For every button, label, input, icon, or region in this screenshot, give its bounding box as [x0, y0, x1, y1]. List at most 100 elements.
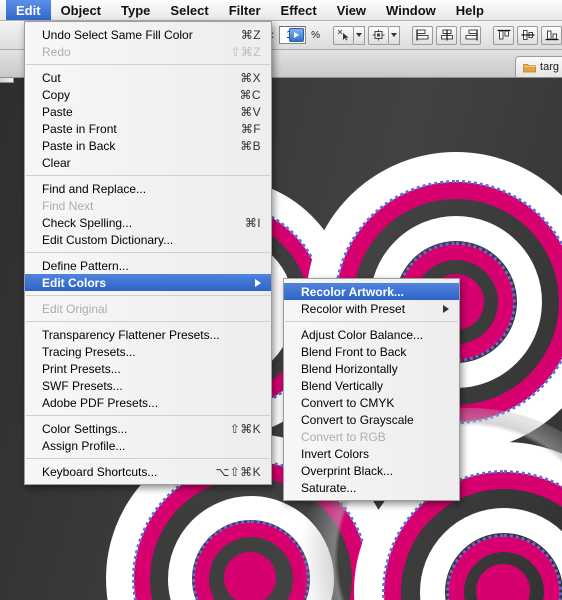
- align-vertical-center-icon[interactable]: [517, 25, 538, 45]
- menu-item-label: Find and Replace...: [42, 181, 147, 196]
- menu-item-print-presets[interactable]: Print Presets...: [25, 360, 271, 377]
- menu-item-blend-horizontally[interactable]: Blend Horizontally: [284, 360, 459, 377]
- menu-item-shortcut: ⌘C: [239, 87, 261, 102]
- document-folder-icon: [523, 62, 536, 73]
- menubar-item-type[interactable]: Type: [111, 0, 160, 20]
- menubar-item-window[interactable]: Window: [376, 0, 446, 20]
- menu-item-paste-in-front[interactable]: Paste in Front ⌘F: [25, 120, 271, 137]
- menu-item-shortcut: ⌘B: [240, 138, 261, 153]
- menu-item-cut[interactable]: Cut ⌘X: [25, 69, 271, 86]
- menu-item-edit-custom-dictionary[interactable]: Edit Custom Dictionary...: [25, 231, 271, 248]
- menu-item-label: Paste: [42, 104, 73, 119]
- edit-colors-submenu-dropdown[interactable]: Recolor Artwork... Recolor with Preset Adj…: [283, 278, 460, 501]
- menubar-item-edit[interactable]: Edit: [6, 0, 51, 20]
- menu-item-define-pattern[interactable]: Define Pattern...: [25, 257, 271, 274]
- illustrator-application-window: ty: 100 %: [0, 0, 562, 600]
- menu-item-shortcut: ⇧⌘K: [229, 421, 261, 436]
- spiral-core-magenta: [224, 552, 276, 600]
- menu-separator: [26, 175, 270, 176]
- menu-item-label: Blend Horizontally: [301, 361, 398, 376]
- menu-item-label: Assign Profile...: [42, 438, 126, 453]
- menu-item-label: Tracing Presets...: [42, 344, 136, 359]
- menu-item-blend-vertically[interactable]: Blend Vertically: [284, 377, 459, 394]
- menu-item-color-settings[interactable]: Color Settings... ⇧⌘K: [25, 420, 271, 437]
- menu-item-label: Undo Select Same Fill Color: [42, 27, 193, 42]
- menu-item-shortcut: ⌥⇧⌘K: [215, 464, 261, 479]
- menu-item-label: Color Settings...: [42, 421, 128, 436]
- menu-item-label: Paste in Back: [42, 138, 116, 153]
- menubar-item-view[interactable]: View: [327, 0, 376, 20]
- align-left-icon[interactable]: [412, 25, 433, 45]
- menu-item-paste-in-back[interactable]: Paste in Back ⌘B: [25, 137, 271, 154]
- menu-item-shortcut: ⌘F: [240, 121, 261, 136]
- menu-item-label: Convert to Grayscale: [301, 412, 414, 427]
- opacity-stepper-button[interactable]: [289, 28, 305, 42]
- select-similar-control[interactable]: [333, 25, 365, 45]
- menu-item-shortcut: ⇧⌘Z: [230, 44, 261, 59]
- submenu-arrow-icon: [255, 278, 261, 287]
- menu-item-undo-select-same-fill-color[interactable]: Undo Select Same Fill Color ⌘Z: [25, 26, 271, 43]
- menu-item-copy[interactable]: Copy ⌘C: [25, 86, 271, 103]
- menu-item-label: SWF Presets...: [42, 378, 123, 393]
- menu-item-saturate[interactable]: Saturate...: [284, 479, 459, 496]
- menubar-item-effect[interactable]: Effect: [271, 0, 327, 20]
- chevron-down-icon: [391, 33, 397, 37]
- menu-item-label: Paste in Front: [42, 121, 117, 136]
- menu-item-convert-to-cmyk[interactable]: Convert to CMYK: [284, 394, 459, 411]
- menu-item-swf-presets[interactable]: SWF Presets...: [25, 377, 271, 394]
- menu-item-label: Edit Custom Dictionary...: [42, 232, 174, 247]
- select-similar-dropdown-button[interactable]: [354, 25, 365, 45]
- menu-item-overprint-black[interactable]: Overprint Black...: [284, 462, 459, 479]
- menu-item-adjust-color-balance[interactable]: Adjust Color Balance...: [284, 326, 459, 343]
- menu-item-convert-to-rgb: Convert to RGB: [284, 428, 459, 445]
- menu-item-edit-colors[interactable]: Edit Colors: [25, 274, 271, 291]
- menu-item-clear[interactable]: Clear: [25, 154, 271, 171]
- align-top-icon[interactable]: [493, 25, 514, 45]
- align-bottom-icon[interactable]: [541, 25, 562, 45]
- menu-separator: [26, 415, 270, 416]
- menu-item-label: Blend Front to Back: [301, 344, 407, 359]
- menu-item-find-and-replace[interactable]: Find and Replace...: [25, 180, 271, 197]
- menu-item-check-spelling[interactable]: Check Spelling... ⌘I: [25, 214, 271, 231]
- align-horizontal-center-icon[interactable]: [436, 25, 457, 45]
- transform-each-icon[interactable]: [368, 25, 389, 45]
- opacity-input[interactable]: 100: [279, 26, 307, 44]
- menubar-item-select[interactable]: Select: [160, 0, 218, 20]
- menu-item-invert-colors[interactable]: Invert Colors: [284, 445, 459, 462]
- menu-item-label: Saturate...: [301, 480, 357, 495]
- align-right-icon[interactable]: [460, 25, 481, 45]
- document-tab[interactable]: targ: [515, 56, 562, 77]
- menu-item-convert-to-grayscale[interactable]: Convert to Grayscale: [284, 411, 459, 428]
- transform-control[interactable]: [368, 25, 400, 45]
- menu-item-label: Invert Colors: [301, 446, 370, 461]
- menubar-item-help[interactable]: Help: [446, 0, 494, 20]
- menu-item-label: Clear: [42, 155, 71, 170]
- menu-item-label: Recolor with Preset: [301, 301, 406, 316]
- menu-item-recolor-with-preset[interactable]: Recolor with Preset: [284, 300, 459, 317]
- application-menu-bar: Edit Object Type Select Filter Effect Vi…: [0, 0, 562, 21]
- menu-item-label: Adjust Color Balance...: [301, 327, 424, 342]
- menu-item-label: Define Pattern...: [42, 258, 129, 273]
- menubar-item-object[interactable]: Object: [51, 0, 111, 20]
- menu-separator: [26, 458, 270, 459]
- menu-item-paste[interactable]: Paste ⌘V: [25, 103, 271, 120]
- menu-item-blend-front-to-back[interactable]: Blend Front to Back: [284, 343, 459, 360]
- select-similar-objects-icon[interactable]: [333, 25, 354, 45]
- menu-item-label: Adobe PDF Presets...: [42, 395, 159, 410]
- menu-item-label: Overprint Black...: [301, 463, 394, 478]
- transform-dropdown-button[interactable]: [389, 25, 400, 45]
- menu-item-transparency-flattener-presets[interactable]: Transparency Flattener Presets...: [25, 326, 271, 343]
- toolbar-button-group: [333, 25, 562, 45]
- menubar-item-filter[interactable]: Filter: [219, 0, 271, 20]
- menu-item-keyboard-shortcuts[interactable]: Keyboard Shortcuts... ⌥⇧⌘K: [25, 463, 271, 480]
- menu-item-tracing-presets[interactable]: Tracing Presets...: [25, 343, 271, 360]
- menu-item-assign-profile[interactable]: Assign Profile...: [25, 437, 271, 454]
- menu-item-label: Redo: [42, 44, 71, 59]
- menu-item-shortcut: ⌘V: [240, 104, 261, 119]
- edit-menu-dropdown[interactable]: Undo Select Same Fill Color ⌘Z Redo ⇧⌘Z Cut ⌘…: [24, 21, 272, 485]
- menu-item-label: Print Presets...: [42, 361, 121, 376]
- document-tab-label: targ: [540, 61, 559, 73]
- menu-item-adobe-pdf-presets[interactable]: Adobe PDF Presets...: [25, 394, 271, 411]
- menu-item-recolor-artwork[interactable]: Recolor Artwork...: [284, 283, 459, 300]
- menu-separator: [26, 64, 270, 65]
